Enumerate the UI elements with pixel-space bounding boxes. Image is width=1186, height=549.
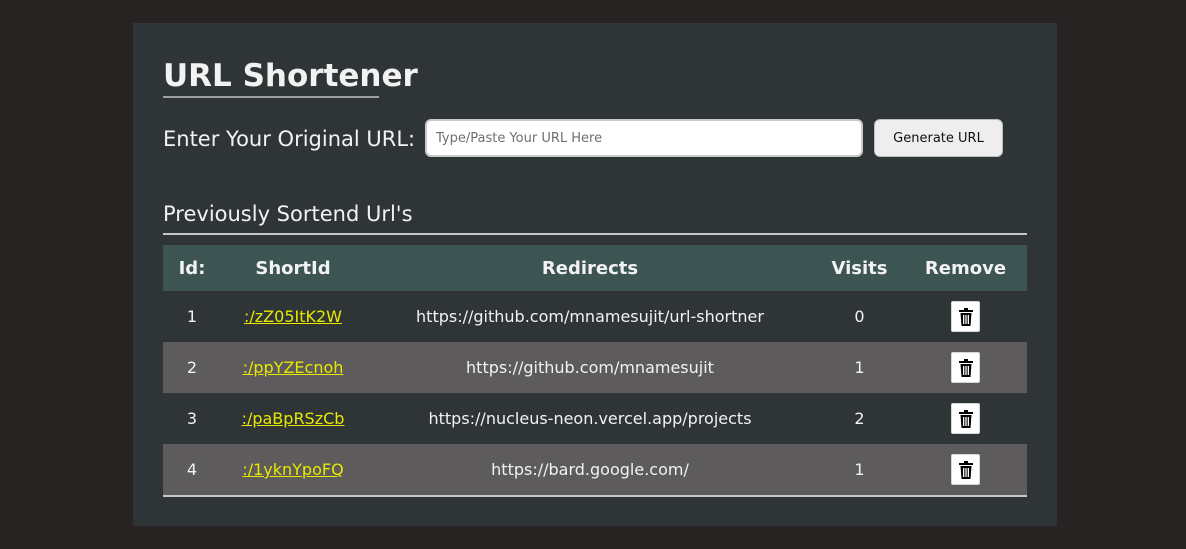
visit-count: 1 [815,342,904,393]
row-id: 1 [163,291,221,342]
remove-cell [904,444,1027,497]
short-url-link[interactable]: :/zZ05ItK2W [244,307,342,326]
trash-icon [958,358,973,377]
remove-button[interactable] [951,454,980,485]
title-underline [163,96,379,98]
original-url-label: Enter Your Original URL: [163,127,416,151]
column-header-shortid: ShortId [221,245,365,291]
short-url-link[interactable]: :/1yknYpoFQ [242,460,343,479]
column-header-remove: Remove [904,245,1027,291]
column-header-id: Id: [163,245,221,291]
trash-icon [958,409,973,428]
short-id-cell: :/paBpRSzCb [221,393,365,444]
table-row: 4 :/1yknYpoFQ https://bard.google.com/ 1 [163,444,1027,497]
page-title: URL Shortener [163,58,418,94]
visit-count: 0 [815,291,904,342]
short-url-link[interactable]: :/ppYZEcnoh [243,358,344,377]
urls-table: Id: ShortId Redirects Visits Remove 1 :/… [163,245,1027,497]
short-id-cell: :/zZ05ItK2W [221,291,365,342]
redirect-url: https://github.com/mnamesujit/url-shortn… [365,291,815,342]
short-id-cell: :/ppYZEcnoh [221,342,365,393]
table-row: 2 :/ppYZEcnoh https://github.com/mnamesu… [163,342,1027,393]
original-url-input[interactable] [425,119,863,157]
trash-icon [958,460,973,479]
redirect-url: https://bard.google.com/ [365,444,815,497]
url-shortener-card: URL Shortener Enter Your Original URL: G… [133,23,1057,526]
row-id: 4 [163,444,221,497]
remove-button[interactable] [951,301,980,332]
trash-icon [958,307,973,326]
visit-count: 2 [815,393,904,444]
remove-cell [904,393,1027,444]
table-row: 3 :/paBpRSzCb https://nucleus-neon.verce… [163,393,1027,444]
generate-url-button[interactable]: Generate URL [874,119,1003,157]
redirect-url: https://github.com/mnamesujit [365,342,815,393]
table-header-row: Id: ShortId Redirects Visits Remove [163,245,1027,291]
row-id: 2 [163,342,221,393]
visit-count: 1 [815,444,904,497]
remove-button[interactable] [951,403,980,434]
short-url-link[interactable]: :/paBpRSzCb [242,409,345,428]
short-id-cell: :/1yknYpoFQ [221,444,365,497]
column-header-redirects: Redirects [365,245,815,291]
table-row: 1 :/zZ05ItK2W https://github.com/mnamesu… [163,291,1027,342]
redirect-url: https://nucleus-neon.vercel.app/projects [365,393,815,444]
remove-cell [904,342,1027,393]
remove-button[interactable] [951,352,980,383]
column-header-visits: Visits [815,245,904,291]
history-title-underline [163,233,1027,235]
history-title: Previously Sortend Url's [163,202,413,226]
remove-cell [904,291,1027,342]
row-id: 3 [163,393,221,444]
